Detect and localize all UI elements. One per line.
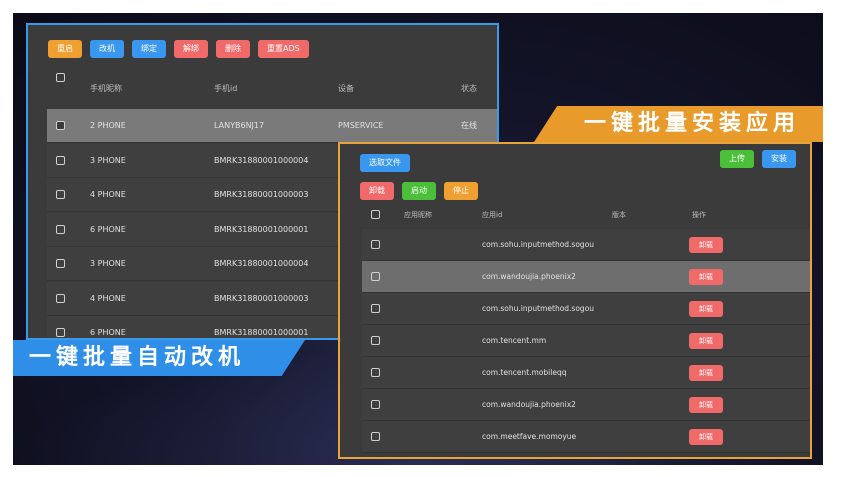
column-phone-id: 手机id <box>214 84 238 93</box>
delete-button[interactable]: 删除 <box>216 40 250 58</box>
app-table-header: 应用昵称 应用id 版本 操作 <box>362 204 810 226</box>
uninstall-button[interactable]: 卸载 <box>689 429 723 445</box>
column-device: 设备 <box>338 84 354 93</box>
start-button[interactable]: 启动 <box>402 182 436 200</box>
phone-status: 在线 <box>461 121 477 130</box>
phone-id: BMRK31880001000003 <box>214 293 309 303</box>
unbind-button[interactable]: 解绑 <box>174 40 208 58</box>
app-id: com.wandoujia.phoenix2 <box>482 272 576 281</box>
column-phone-name: 手机昵称 <box>90 84 122 93</box>
column-app-id: 应用id <box>482 211 503 219</box>
uninstall-button[interactable]: 卸载 <box>689 333 723 349</box>
promo-stage: 重启 改机 绑定 解绑 删除 重置ADS 手机昵称 手机id 设备 状态 2 P… <box>13 13 823 465</box>
phone-id: BMRK31880001000004 <box>214 155 309 165</box>
uninstall-button[interactable]: 卸载 <box>689 269 723 285</box>
stop-button[interactable]: 停止 <box>444 182 478 200</box>
app-row[interactable]: com.wandoujia.phoenix2 卸载 <box>362 389 810 421</box>
row-checkbox[interactable] <box>56 121 65 130</box>
app-row[interactable]: com.sohu.inputmethod.sogou 卸载 <box>362 229 810 261</box>
phone-toolbar: 重启 改机 绑定 解绑 删除 重置ADS <box>48 40 309 58</box>
phone-id: BMRK31880001000003 <box>214 190 309 199</box>
app-row[interactable]: com.tencent.mm 卸载 <box>362 325 810 357</box>
app-id: com.meetfave.momoyue <box>482 432 577 441</box>
column-status: 状态 <box>461 84 477 93</box>
app-list-panel: 选取文件 上传 安装 卸载 启动 停止 应用昵称 应用id 版本 操作 com.… <box>338 142 812 459</box>
row-checkbox[interactable] <box>56 328 65 337</box>
select-all-apps-checkbox[interactable] <box>371 210 380 219</box>
app-row[interactable]: com.wandoujia.phoenix2 卸载 <box>362 261 810 293</box>
phone-id: BMRK31880001000004 <box>214 259 309 268</box>
uninstall-button[interactable]: 卸载 <box>689 365 723 381</box>
phone-name: 2 PHONE <box>90 121 126 130</box>
phone-name: 6 PHONE <box>90 224 126 234</box>
app-id: com.tencent.mm <box>482 336 547 345</box>
uninstall-button[interactable]: 卸载 <box>689 301 723 317</box>
app-row-checkbox[interactable] <box>371 432 380 441</box>
auto-modify-banner: 一键批量自动改机 <box>13 340 305 376</box>
modify-device-button[interactable]: 改机 <box>90 40 124 58</box>
phone-name: 6 PHONE <box>90 328 126 337</box>
app-row-checkbox[interactable] <box>371 272 380 281</box>
select-all-checkbox[interactable] <box>56 73 65 82</box>
column-operation: 操作 <box>692 211 706 219</box>
app-id: com.sohu.inputmethod.sogou <box>482 240 595 249</box>
phone-row[interactable]: 2 PHONE LANYB6NJ17 PMSERVICE 在线 <box>47 109 497 143</box>
phone-id: BMRK31880001000001 <box>214 224 309 234</box>
app-row-checkbox[interactable] <box>371 240 380 249</box>
app-id: com.sohu.inputmethod.sogou <box>482 304 595 313</box>
app-row[interactable]: com.meetfave.momoyue 卸载 <box>362 421 810 453</box>
select-file-button[interactable]: 选取文件 <box>360 154 410 172</box>
uninstall-button[interactable]: 卸载 <box>689 237 723 253</box>
phone-name: 3 PHONE <box>90 259 126 268</box>
phone-id: BMRK31880001000001 <box>214 328 309 337</box>
phone-device: PMSERVICE <box>338 121 384 130</box>
install-button[interactable]: 安装 <box>762 150 796 168</box>
app-id: com.tencent.mobileqq <box>482 368 567 377</box>
app-row-checkbox[interactable] <box>371 368 380 377</box>
bind-button[interactable]: 绑定 <box>132 40 166 58</box>
uninstall-button[interactable]: 卸载 <box>689 397 723 413</box>
install-apps-banner: 一键批量安装应用 <box>534 106 823 142</box>
row-checkbox[interactable] <box>56 155 65 165</box>
app-row[interactable]: com.sohu.inputmethod.sogou 卸载 <box>362 293 810 325</box>
file-toolbar: 选取文件 <box>360 150 410 172</box>
app-row-checkbox[interactable] <box>371 336 380 345</box>
reset-ads-button[interactable]: 重置ADS <box>258 40 309 58</box>
column-app-name: 应用昵称 <box>404 211 432 219</box>
phone-name: 3 PHONE <box>90 155 126 165</box>
app-row-checkbox[interactable] <box>371 304 380 313</box>
app-row[interactable]: com.tencent.mobileqq 卸载 <box>362 357 810 389</box>
phone-name: 4 PHONE <box>90 293 126 303</box>
row-checkbox[interactable] <box>56 293 65 303</box>
app-row-checkbox[interactable] <box>371 400 380 409</box>
app-action-toolbar: 卸载 启动 停止 <box>360 182 478 200</box>
app-id: com.wandoujia.phoenix2 <box>482 400 576 409</box>
row-checkbox[interactable] <box>56 190 65 199</box>
upload-toolbar: 上传 安装 <box>720 150 796 168</box>
phone-table-header: 手机昵称 手机id 设备 状态 <box>28 73 497 105</box>
phone-name: 4 PHONE <box>90 190 126 199</box>
row-checkbox[interactable] <box>56 224 65 234</box>
phone-id: LANYB6NJ17 <box>214 121 265 130</box>
row-checkbox[interactable] <box>56 259 65 268</box>
upload-button[interactable]: 上传 <box>720 150 754 168</box>
column-version: 版本 <box>612 211 626 219</box>
restart-button[interactable]: 重启 <box>48 40 82 58</box>
uninstall-all-button[interactable]: 卸载 <box>360 182 394 200</box>
